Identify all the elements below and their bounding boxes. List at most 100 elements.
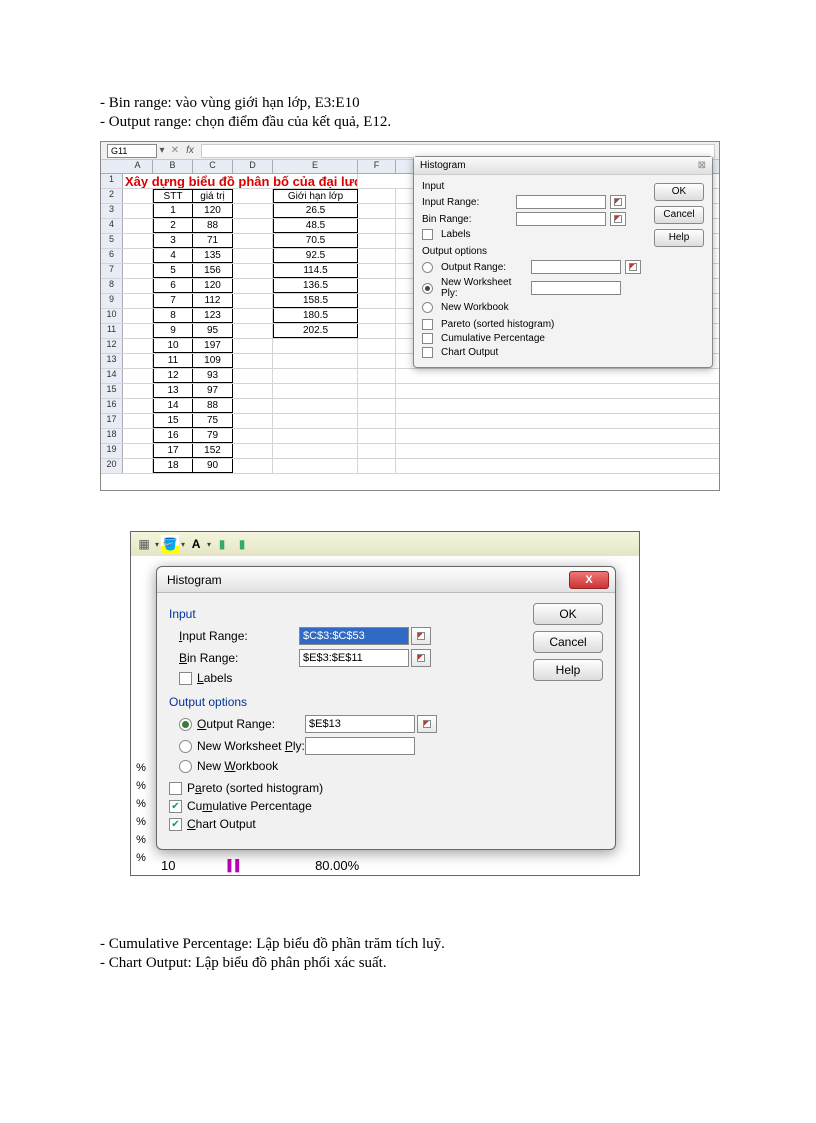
toolbar-icon[interactable]: ▮ xyxy=(213,535,231,553)
cell-giatri[interactable]: 197 xyxy=(193,339,233,353)
cell-gioihan[interactable]: 26.5 xyxy=(273,204,358,218)
cancel-formula-icon[interactable]: ✕ xyxy=(167,145,183,156)
row-header[interactable]: 10 xyxy=(101,309,123,323)
new-worksheet-field[interactable] xyxy=(531,281,621,295)
toolbar-icon[interactable]: ▮ xyxy=(233,535,251,553)
row-header[interactable]: 19 xyxy=(101,444,123,458)
cell-stt[interactable]: 7 xyxy=(153,294,193,308)
labels-checkbox[interactable] xyxy=(179,672,192,685)
cell-giatri[interactable]: 90 xyxy=(193,459,233,473)
cell-giatri[interactable]: 93 xyxy=(193,369,233,383)
new-worksheet-radio[interactable] xyxy=(179,740,192,753)
cell-stt[interactable]: 15 xyxy=(153,414,193,428)
cell-stt[interactable]: 14 xyxy=(153,399,193,413)
cell-giatri[interactable]: 123 xyxy=(193,309,233,323)
cell-giatri[interactable]: 95 xyxy=(193,324,233,338)
cancel-button[interactable]: Cancel xyxy=(654,206,704,224)
col-header-B[interactable]: B xyxy=(153,160,193,173)
cell-stt[interactable]: 5 xyxy=(153,264,193,278)
dropdown-icon[interactable]: ▾ xyxy=(155,540,159,549)
cell-giatri[interactable]: 109 xyxy=(193,354,233,368)
bin-range-field[interactable] xyxy=(516,212,606,226)
cancel-button[interactable]: Cancel xyxy=(533,631,603,653)
pareto-checkbox[interactable] xyxy=(422,319,433,330)
row-header[interactable]: 3 xyxy=(101,204,123,218)
cell-giatri[interactable]: 112 xyxy=(193,294,233,308)
cell-giatri[interactable]: 71 xyxy=(193,234,233,248)
fx-icon[interactable]: fx xyxy=(183,145,197,156)
cell-gioihan[interactable]: 48.5 xyxy=(273,219,358,233)
row-header[interactable]: 7 xyxy=(101,264,123,278)
input-range-field[interactable]: $C$3:$C$53 xyxy=(299,627,409,645)
new-workbook-radio[interactable] xyxy=(179,760,192,773)
row-header[interactable]: 16 xyxy=(101,399,123,413)
ref-button[interactable] xyxy=(610,195,626,209)
new-worksheet-radio[interactable] xyxy=(422,283,433,294)
col-header-D[interactable]: D xyxy=(233,160,273,173)
ref-button[interactable] xyxy=(610,212,626,226)
row-header[interactable]: 1 xyxy=(101,174,123,188)
cell-stt[interactable]: 1 xyxy=(153,204,193,218)
help-button[interactable]: Help xyxy=(654,229,704,247)
cell-giatri[interactable]: 156 xyxy=(193,264,233,278)
row-header[interactable]: 20 xyxy=(101,459,123,473)
cell-gioihan[interactable]: 180.5 xyxy=(273,309,358,323)
cell-stt[interactable]: 18 xyxy=(153,459,193,473)
ok-button[interactable]: OK xyxy=(654,183,704,201)
borders-icon[interactable]: ▦ xyxy=(135,535,153,553)
cell-stt[interactable]: 13 xyxy=(153,384,193,398)
cell-gioihan[interactable]: 158.5 xyxy=(273,294,358,308)
ref-button[interactable] xyxy=(625,260,641,274)
cell-giatri[interactable]: 120 xyxy=(193,279,233,293)
new-workbook-radio[interactable] xyxy=(422,302,433,313)
ref-button[interactable] xyxy=(417,715,437,733)
cell-gioihan[interactable]: 136.5 xyxy=(273,279,358,293)
cell-giatri[interactable]: 152 xyxy=(193,444,233,458)
row-header[interactable]: 18 xyxy=(101,429,123,443)
output-range-field[interactable] xyxy=(531,260,621,274)
chartout-checkbox[interactable]: ✔ xyxy=(169,818,182,831)
cell-giatri[interactable]: 79 xyxy=(193,429,233,443)
ok-button[interactable]: OK xyxy=(533,603,603,625)
row-header[interactable]: 5 xyxy=(101,234,123,248)
row-header[interactable]: 9 xyxy=(101,294,123,308)
output-range-radio[interactable] xyxy=(179,718,192,731)
row-header[interactable]: 4 xyxy=(101,219,123,233)
cell-giatri[interactable]: 88 xyxy=(193,219,233,233)
cell-stt[interactable]: 9 xyxy=(153,324,193,338)
ref-button[interactable] xyxy=(411,627,431,645)
cell-giatri[interactable]: 75 xyxy=(193,414,233,428)
col-header-E[interactable]: E xyxy=(273,160,358,173)
cell-gioihan[interactable]: 70.5 xyxy=(273,234,358,248)
cell-giatri[interactable]: 97 xyxy=(193,384,233,398)
row-header[interactable]: 13 xyxy=(101,354,123,368)
row-header[interactable]: 6 xyxy=(101,249,123,263)
labels-checkbox[interactable] xyxy=(422,229,433,240)
help-button[interactable]: Help xyxy=(533,659,603,681)
cell-stt[interactable]: 4 xyxy=(153,249,193,263)
cell-stt[interactable]: 12 xyxy=(153,369,193,383)
chartout-checkbox[interactable] xyxy=(422,347,433,358)
cell-stt[interactable]: 16 xyxy=(153,429,193,443)
col-header-C[interactable]: C xyxy=(193,160,233,173)
font-color-icon[interactable]: A xyxy=(187,535,205,553)
col-header-A[interactable]: A xyxy=(123,160,153,173)
row-header[interactable]: 12 xyxy=(101,339,123,353)
cell-stt[interactable]: 2 xyxy=(153,219,193,233)
cell-giatri[interactable]: 120 xyxy=(193,204,233,218)
cell-giatri[interactable]: 88 xyxy=(193,399,233,413)
output-range-field[interactable]: $E$13 xyxy=(305,715,415,733)
col-header-F[interactable]: F xyxy=(358,160,396,173)
cell-stt[interactable]: 10 xyxy=(153,339,193,353)
dropdown-icon[interactable]: ▾ xyxy=(207,540,211,549)
name-box[interactable]: G11 xyxy=(107,144,157,158)
cell-stt[interactable]: 17 xyxy=(153,444,193,458)
new-worksheet-field[interactable] xyxy=(305,737,415,755)
row-header[interactable]: 2 xyxy=(101,189,123,203)
row-header[interactable]: 11 xyxy=(101,324,123,338)
input-range-field[interactable] xyxy=(516,195,606,209)
row-header[interactable]: 15 xyxy=(101,384,123,398)
pareto-checkbox[interactable] xyxy=(169,782,182,795)
row-header[interactable]: 8 xyxy=(101,279,123,293)
cell-gioihan[interactable]: 202.5 xyxy=(273,324,358,338)
